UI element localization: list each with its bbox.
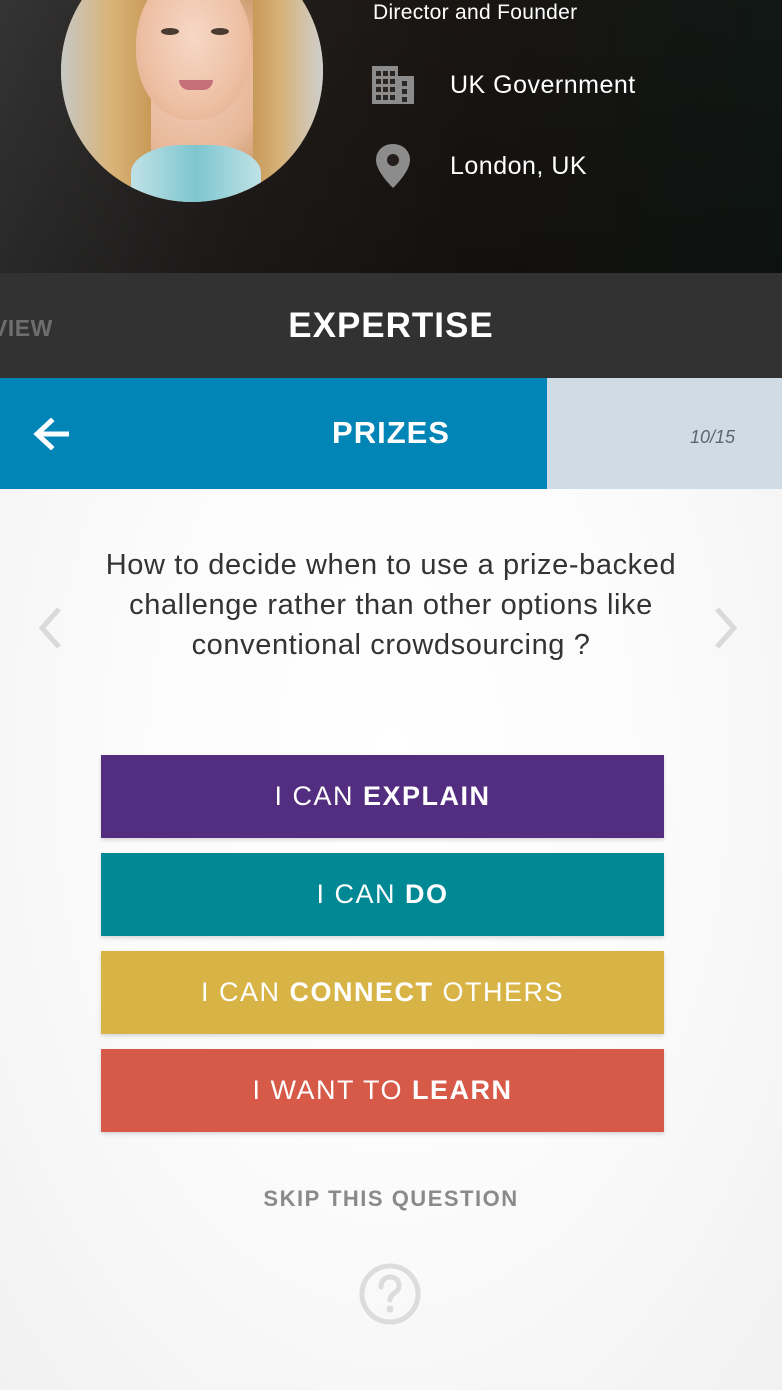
profile-organization: UK Government [450,70,636,99]
question-circle-icon [359,1263,421,1325]
answer-prefix: I CAN [200,977,281,1007]
answer-explain-button[interactable]: I CAN EXPLAIN [101,755,664,838]
building-icon [370,63,416,107]
profile-organization-row: UK Government [370,63,636,107]
answer-emphasis: CONNECT [289,977,434,1007]
answer-suffix: OTHERS [442,977,565,1007]
answer-emphasis: DO [405,879,449,909]
answer-emphasis: LEARN [412,1075,513,1105]
avatar [61,0,323,202]
help-button[interactable] [358,1262,422,1326]
skip-question-button[interactable]: SKIP THIS QUESTION [0,1186,782,1212]
answer-prefix: I WANT TO [252,1075,403,1105]
tab-expertise[interactable]: EXPERTISE [0,306,782,346]
progress-count: 10/15 [690,427,736,447]
answer-prefix: I CAN [316,879,396,909]
chevron-right-icon [715,607,738,649]
answer-emphasis: EXPLAIN [363,781,491,811]
topic-title: PRIZES [332,415,450,450]
profile-location: London, UK [450,151,588,180]
next-question-button[interactable] [706,604,746,652]
previous-question-button[interactable] [30,604,70,652]
map-pin-icon [370,144,416,188]
profile-header: Director and Founder UK Government Londo… [0,0,782,273]
answer-learn-button[interactable]: I WANT TO LEARN [101,1049,664,1132]
answer-connect-button[interactable]: I CAN CONNECT OTHERS [101,951,664,1034]
answer-do-button[interactable]: I CAN DO [101,853,664,936]
profile-location-row: London, UK [370,144,587,188]
answer-prefix: I CAN [274,781,354,811]
question-text: How to decide when to use a prize-backed… [105,549,677,661]
profile-role: Director and Founder [373,1,578,24]
chevron-left-icon [38,607,61,649]
